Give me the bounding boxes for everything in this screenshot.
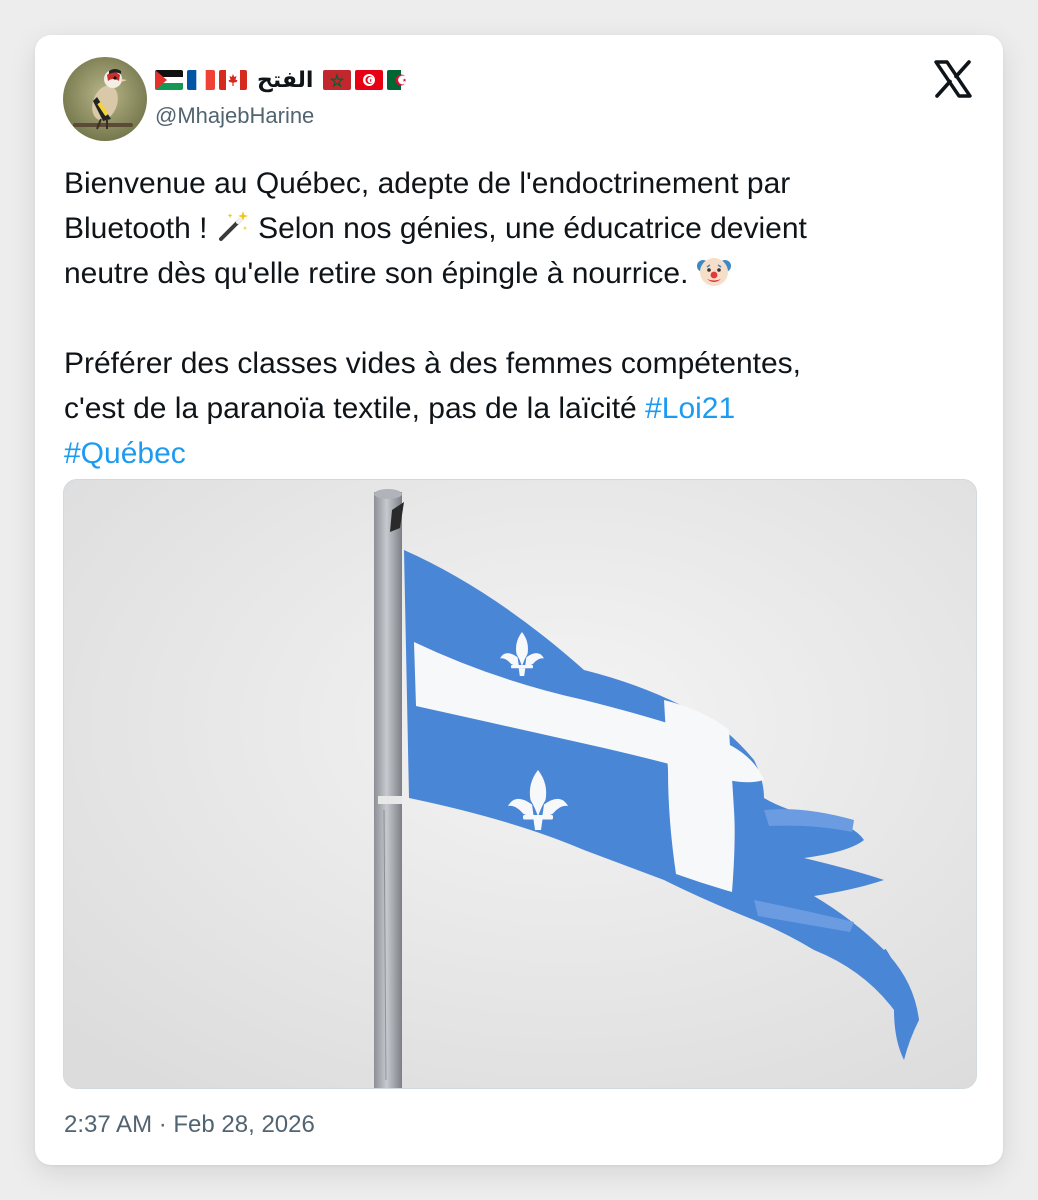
author-display-name[interactable]: الفتح	[257, 68, 313, 93]
goldfinch-avatar-icon	[63, 57, 147, 141]
tweet-line: Selon nos génies, une éducatrice devient	[249, 212, 807, 245]
morocco-flag-icon	[323, 70, 352, 90]
tweet-line: Bluetooth !	[64, 212, 216, 245]
author-name-row[interactable]: الفتح	[155, 65, 416, 95]
quebec-flag-image	[64, 480, 976, 1088]
tweet-line: c'est de la paranoïa textile, pas de la …	[64, 392, 646, 425]
x-logo-icon[interactable]	[933, 59, 973, 99]
algeria-flag-icon	[387, 70, 416, 90]
tweet-line: neutre dès qu'elle retire son épingle à …	[64, 257, 697, 290]
canada-flag-icon	[219, 70, 247, 90]
avatar[interactable]	[63, 57, 147, 141]
tweet-timestamp[interactable]: 2:37 AM · Feb 28, 2026	[64, 1111, 315, 1139]
tweet-media-image[interactable]	[63, 479, 977, 1089]
tweet-text: Bienvenue au Québec, adepte de l'endoctr…	[64, 161, 964, 476]
tweet-card: الفتح @MhajebHarine Bienvenue au Québec,…	[35, 35, 1003, 1165]
clown-face-icon	[696, 254, 731, 288]
hashtag-link[interactable]: #Québec	[64, 437, 186, 470]
palestine-flag-icon	[155, 70, 183, 90]
tweet-line: Préférer des classes vides à des femmes …	[64, 347, 801, 380]
author-handle[interactable]: @MhajebHarine	[155, 103, 314, 129]
magic-wand-icon	[216, 209, 250, 243]
france-flag-icon	[187, 70, 215, 90]
hashtag-link[interactable]: #Loi21	[645, 392, 735, 425]
tweet-line: Bienvenue au Québec, adepte de l'endoctr…	[64, 167, 791, 200]
tunisia-flag-icon	[355, 70, 384, 90]
